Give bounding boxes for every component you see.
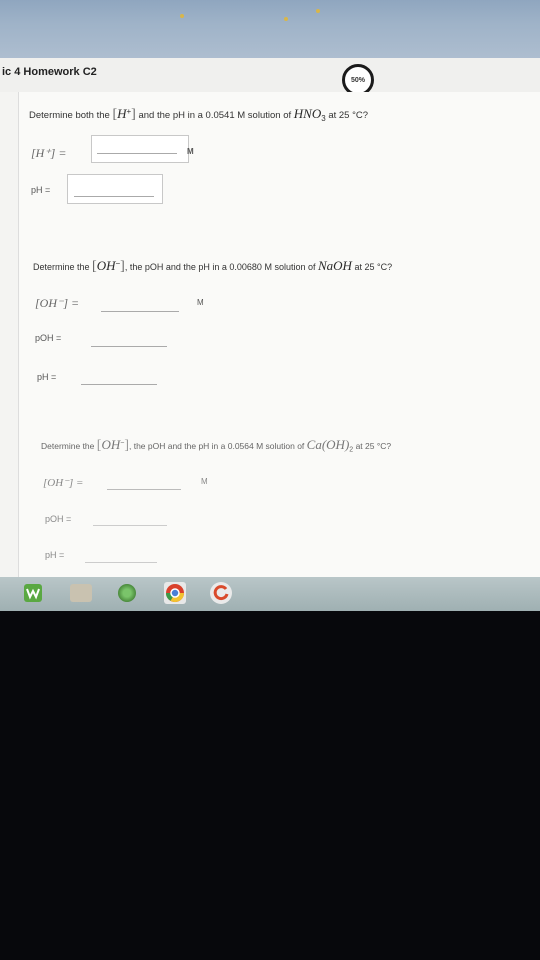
taskbar <box>0 577 540 611</box>
q2-oh-label: [OH⁻] = <box>35 296 80 310</box>
app-icon[interactable] <box>70 584 92 602</box>
q3-poh-input[interactable] <box>93 525 167 526</box>
desktop-top-band <box>0 0 540 60</box>
decor-dot <box>284 17 288 21</box>
progress-label: 50% <box>350 76 365 84</box>
chrome-icon[interactable] <box>164 582 186 604</box>
question-1-prompt: Determine both the [H+] and the pH in a … <box>29 106 369 123</box>
assignment-title: ic 4 Homework C2 <box>2 66 97 78</box>
question-content: Determine both the [H+] and the pH in a … <box>18 92 540 580</box>
settings-icon[interactable] <box>118 584 136 602</box>
q1-ph-label: pH = <box>31 185 51 195</box>
homework-window: ic 4 Homework C2 50% Determine both the … <box>0 58 540 580</box>
q2-poh-label: pOH = <box>35 333 62 343</box>
refresh-icon[interactable] <box>210 582 232 604</box>
q2-oh-unit: M <box>197 298 204 307</box>
monitor-bezel <box>0 611 540 960</box>
q2-poh-input[interactable] <box>91 346 167 347</box>
q3-oh-label: [OH⁻] = <box>43 477 84 489</box>
q3-poh-label: pOH = <box>45 514 72 524</box>
q3-oh-unit: M <box>201 477 208 486</box>
decor-dot <box>316 9 320 13</box>
q2-oh-input[interactable] <box>101 311 179 312</box>
decor-dot <box>180 14 184 18</box>
q1-h-underline <box>97 153 177 154</box>
q1-ph-input[interactable] <box>67 174 163 204</box>
question-2-prompt: Determine the [OH−], the pOH and the pH … <box>33 258 393 274</box>
q1-h-unit: M <box>187 147 194 156</box>
q2-ph-input[interactable] <box>81 384 157 385</box>
q1-h-label: [H⁺] = <box>31 146 67 160</box>
q1-ph-underline <box>74 196 154 197</box>
w-icon[interactable] <box>24 584 42 602</box>
assignment-header: ic 4 Homework C2 50% <box>0 58 540 96</box>
q3-ph-label: pH = <box>45 550 65 560</box>
q1-h-input[interactable] <box>91 135 189 163</box>
q3-ph-input[interactable] <box>85 562 157 563</box>
q2-ph-label: pH = <box>37 372 57 382</box>
question-3-prompt: Determine the [OH−], the pOH and the pH … <box>41 437 392 454</box>
q3-oh-input[interactable] <box>107 489 181 490</box>
